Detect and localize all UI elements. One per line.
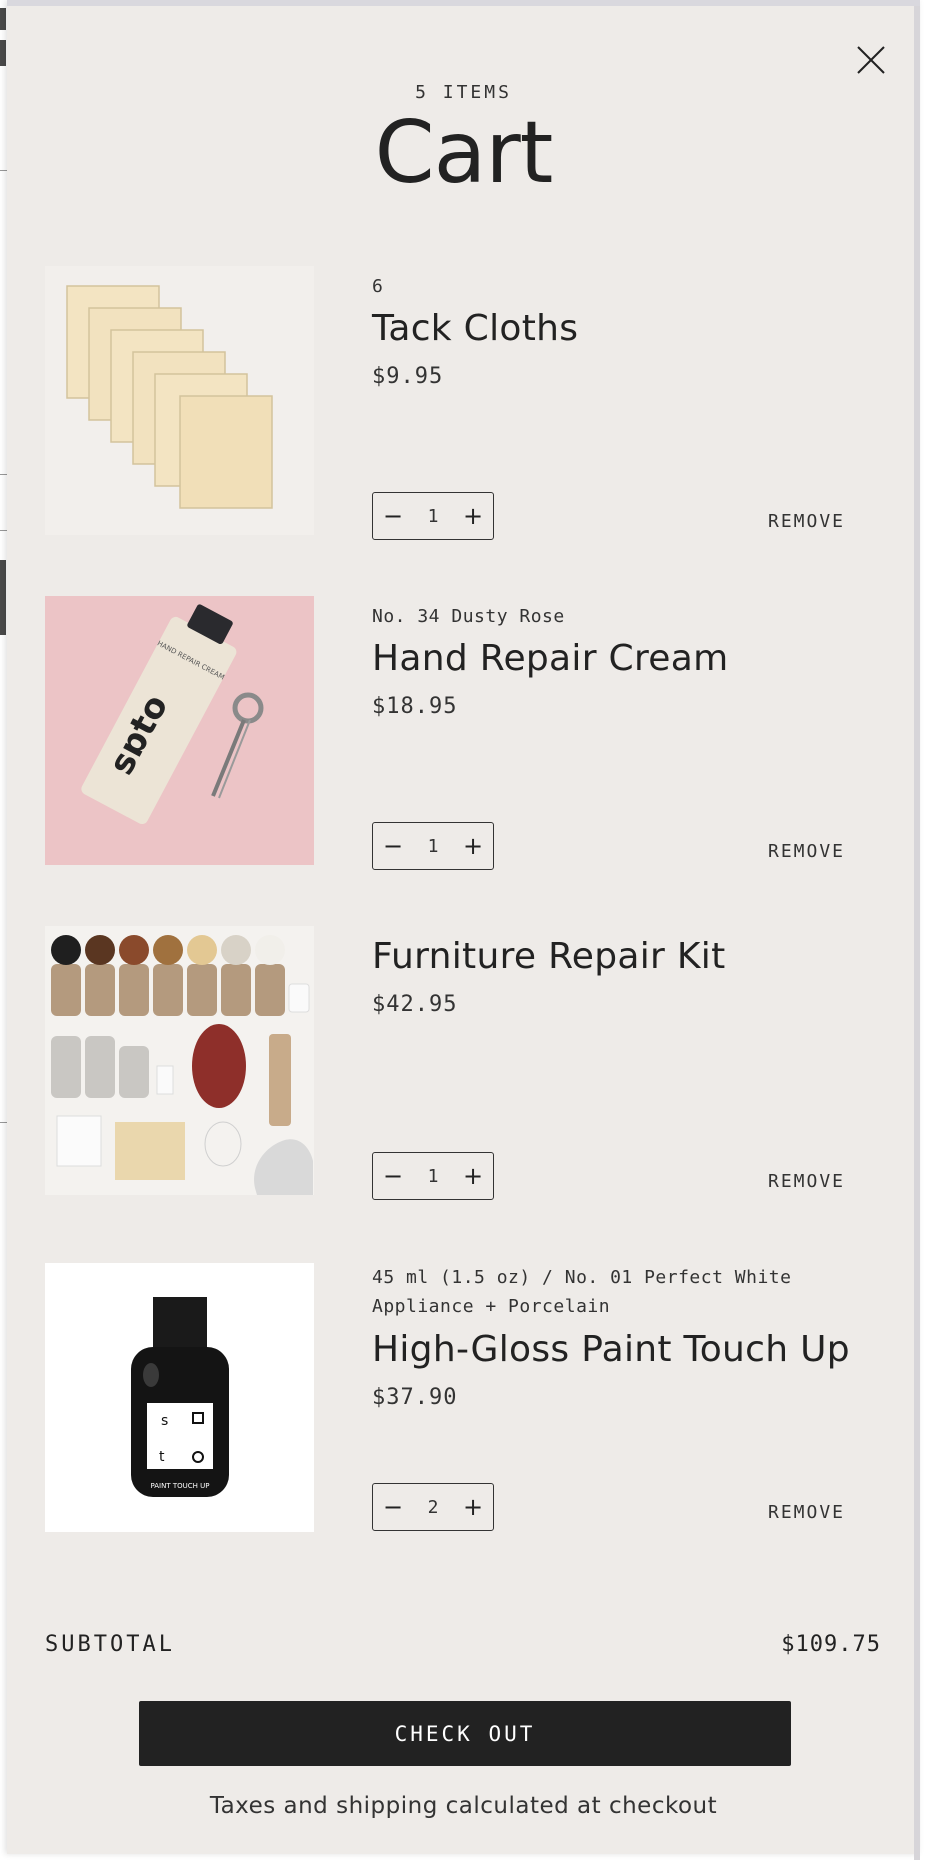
background-mark bbox=[0, 8, 6, 30]
item-price: $42.95 bbox=[372, 992, 458, 1017]
item-name[interactable]: High-Gloss Paint Touch Up bbox=[372, 1329, 850, 1370]
subtotal-value: $109.75 bbox=[781, 1632, 881, 1657]
cart-title: Cart bbox=[374, 103, 554, 203]
plus-icon: + bbox=[462, 1162, 484, 1190]
bottle-label: PAINT TOUCH UP bbox=[151, 1482, 210, 1490]
remove-button[interactable]: REMOVE bbox=[768, 1171, 845, 1192]
decrease-quantity-button[interactable]: − bbox=[373, 1153, 413, 1199]
plus-icon: + bbox=[462, 832, 484, 860]
close-icon bbox=[857, 46, 885, 74]
quantity-stepper: − 2 + bbox=[372, 1483, 494, 1531]
quantity-value[interactable]: 1 bbox=[428, 836, 439, 857]
hand-repair-cream-image: sɒto HAND REPAIR CREAM bbox=[45, 596, 314, 865]
plus-icon: + bbox=[462, 502, 484, 530]
svg-text:s: s bbox=[161, 1413, 168, 1429]
minus-icon: − bbox=[382, 832, 404, 860]
item-price: $9.95 bbox=[372, 364, 444, 389]
increase-quantity-button[interactable]: + bbox=[453, 1484, 493, 1530]
cart-item: Furniture Repair Kit $42.95 − 1 + REMOVE bbox=[7, 926, 920, 1200]
plus-icon: + bbox=[462, 1493, 484, 1521]
item-variant: 6 bbox=[372, 276, 384, 297]
cart-item: sɒto HAND REPAIR CREAM No. 34 Dusty Rose… bbox=[7, 596, 920, 870]
paint-touch-up-image: s t PAINT TOUCH UP bbox=[45, 1263, 314, 1532]
minus-icon: − bbox=[382, 1493, 404, 1521]
item-price: $37.90 bbox=[372, 1385, 458, 1410]
decrease-quantity-button[interactable]: − bbox=[373, 1484, 413, 1530]
svg-text:t: t bbox=[159, 1449, 165, 1465]
background-mark bbox=[0, 560, 6, 635]
remove-button[interactable]: REMOVE bbox=[768, 511, 845, 532]
quantity-stepper: − 1 + bbox=[372, 822, 494, 870]
cart-drawer: 5 ITEMS Cart 6 Tack Cloths $9.95 − 1 + R… bbox=[7, 0, 920, 1860]
increase-quantity-button[interactable]: + bbox=[453, 493, 493, 539]
subtotal-label: SUBTOTAL bbox=[45, 1632, 175, 1657]
item-variant: 45 ml (1.5 oz) / No. 01 Perfect White Ap… bbox=[372, 1267, 792, 1317]
quantity-value[interactable]: 2 bbox=[428, 1497, 439, 1518]
tack-cloths-image bbox=[45, 266, 314, 535]
item-name[interactable]: Tack Cloths bbox=[372, 308, 578, 349]
background-mark bbox=[0, 40, 6, 66]
quantity-stepper: − 1 + bbox=[372, 492, 494, 540]
remove-button[interactable]: REMOVE bbox=[768, 1502, 845, 1523]
decrease-quantity-button[interactable]: − bbox=[373, 823, 413, 869]
cart-item-count: 5 ITEMS bbox=[415, 82, 512, 103]
minus-icon: − bbox=[382, 1162, 404, 1190]
quantity-value[interactable]: 1 bbox=[428, 1166, 439, 1187]
increase-quantity-button[interactable]: + bbox=[453, 823, 493, 869]
cart-item: 6 Tack Cloths $9.95 − 1 + REMOVE bbox=[7, 266, 920, 540]
checkout-note: Taxes and shipping calculated at checkou… bbox=[209, 1793, 718, 1819]
increase-quantity-button[interactable]: + bbox=[453, 1153, 493, 1199]
item-variant: No. 34 Dusty Rose bbox=[372, 606, 565, 627]
item-name[interactable]: Hand Repair Cream bbox=[372, 638, 728, 679]
furniture-repair-kit-image bbox=[45, 926, 314, 1195]
cart-item: s t PAINT TOUCH UP 45 ml (1.5 oz) / No. … bbox=[7, 1263, 920, 1533]
quantity-stepper: − 1 + bbox=[372, 1152, 494, 1200]
item-price: $18.95 bbox=[372, 694, 458, 719]
remove-button[interactable]: REMOVE bbox=[768, 841, 845, 862]
minus-icon: − bbox=[382, 502, 404, 530]
item-name[interactable]: Furniture Repair Kit bbox=[372, 936, 726, 977]
decrease-quantity-button[interactable]: − bbox=[373, 493, 413, 539]
close-button[interactable] bbox=[850, 39, 892, 81]
quantity-value[interactable]: 1 bbox=[428, 506, 439, 527]
checkout-button[interactable]: CHECK OUT bbox=[139, 1701, 791, 1766]
